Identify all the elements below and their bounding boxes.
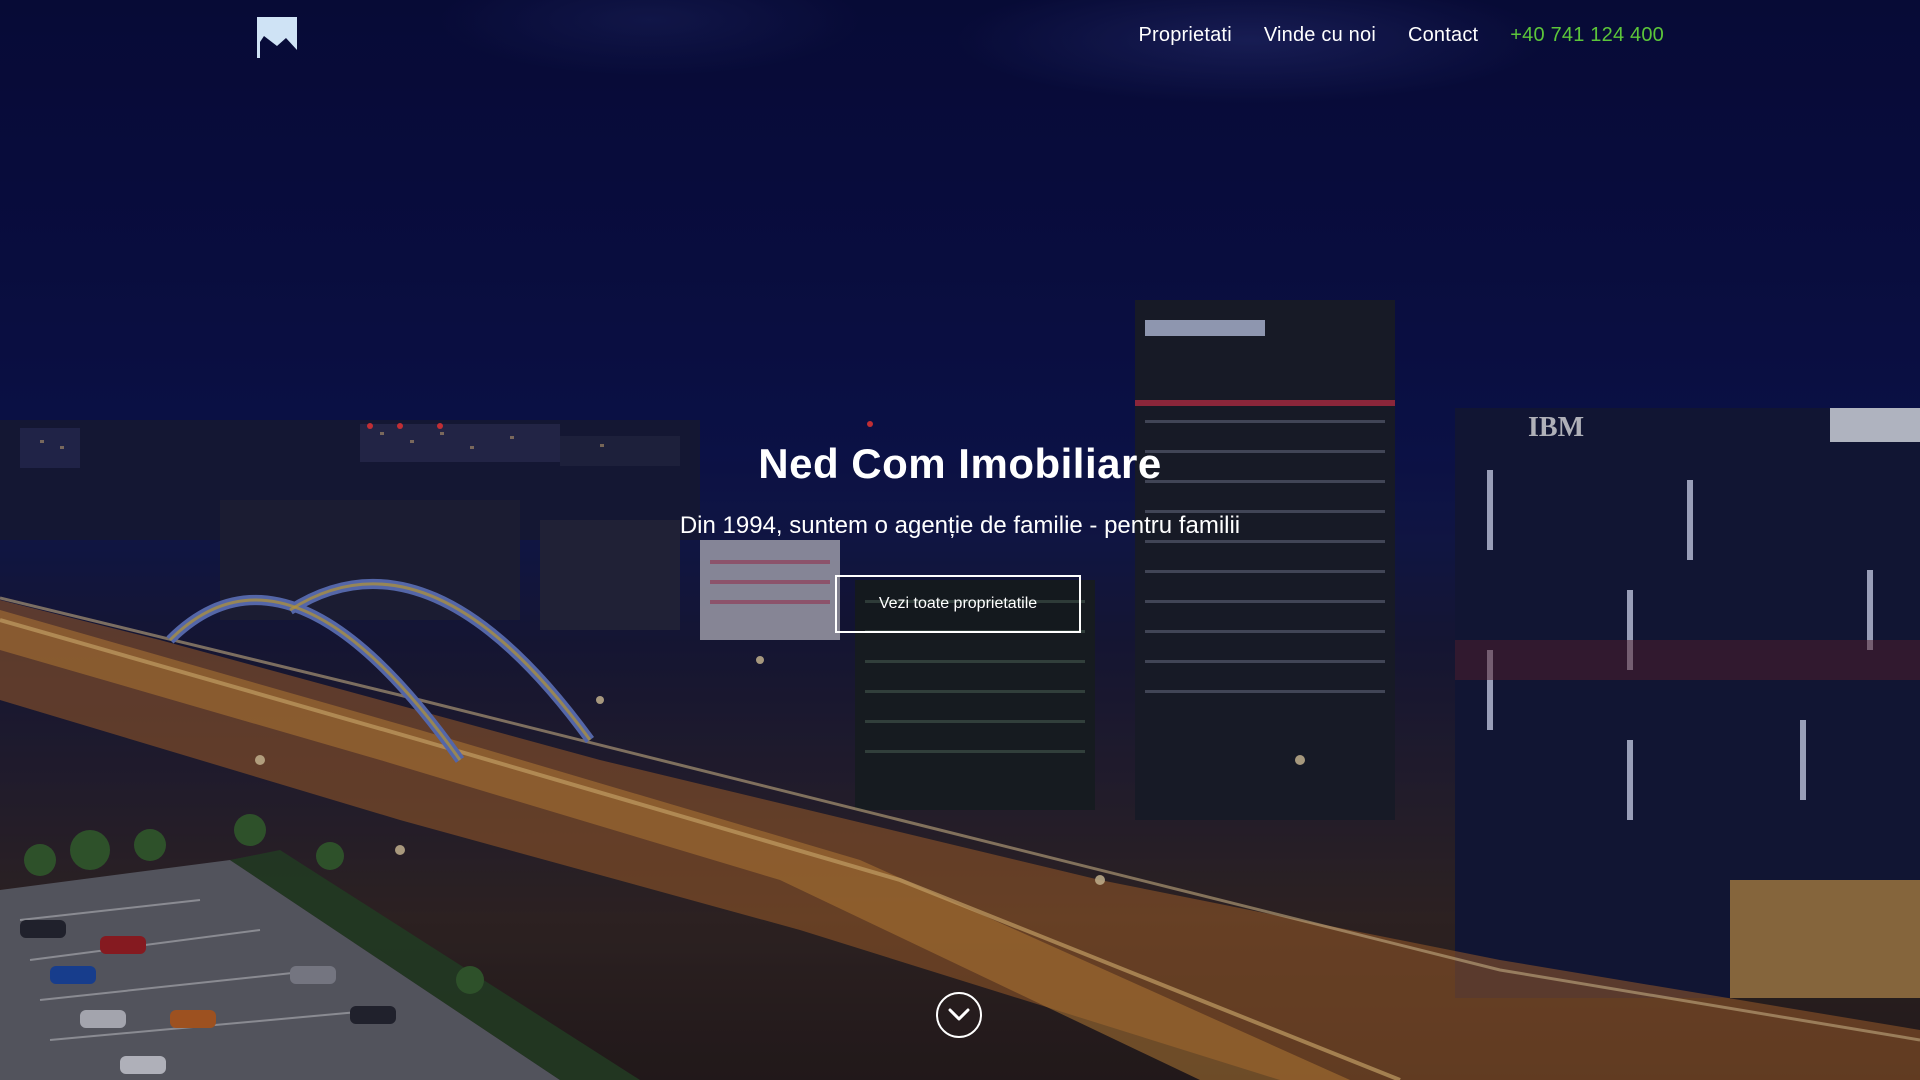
- top-navigation: Proprietati Vinde cu noi Contact +40 741…: [0, 0, 1920, 72]
- chevron-down-circle-icon[interactable]: [936, 992, 982, 1038]
- hero-overlay: [0, 0, 1920, 1080]
- view-all-properties-button[interactable]: Vezi toate proprietatile: [835, 575, 1081, 633]
- nav-item-vinde-cu-noi[interactable]: Vinde cu noi: [1264, 24, 1376, 47]
- chevron-down-icon: [948, 1008, 970, 1021]
- view-all-properties-label: Vezi toate proprietatile: [878, 595, 1038, 612]
- hero-section: IBM: [0, 0, 1920, 1080]
- nav-item-proprietati[interactable]: Proprietati: [1138, 24, 1231, 47]
- nav-menu: Proprietati Vinde cu noi Contact +40 741…: [1138, 24, 1664, 47]
- flag-logo-icon[interactable]: [256, 16, 298, 58]
- hero-title: Ned Com Imobiliare: [758, 440, 1162, 487]
- hero-subtitle: Din 1994, suntem o agenție de familie - …: [679, 512, 1241, 539]
- nav-item-contact[interactable]: Contact: [1408, 24, 1478, 47]
- nav-phone-link[interactable]: +40 741 124 400: [1510, 24, 1664, 47]
